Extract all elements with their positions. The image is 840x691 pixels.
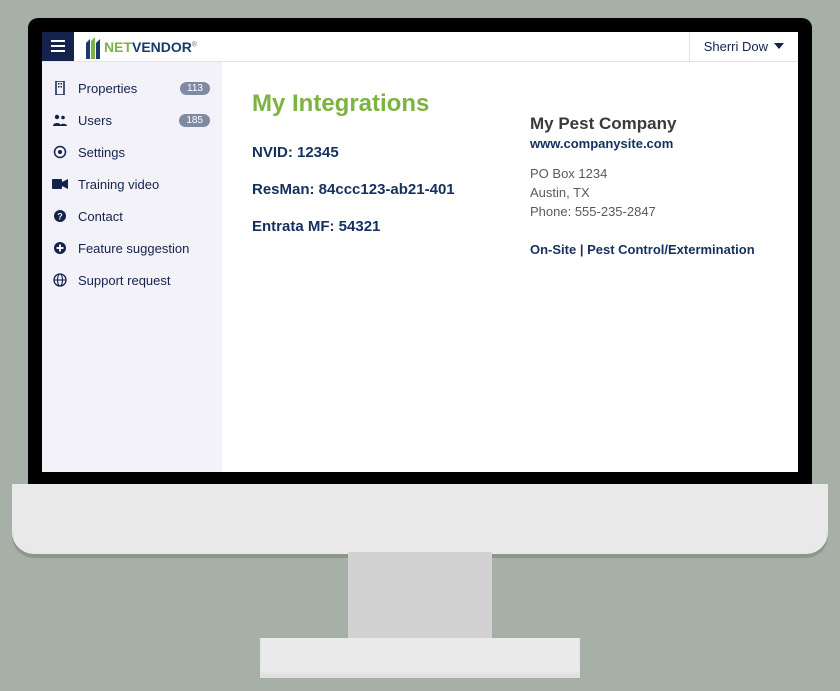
question-icon: ? (52, 208, 68, 224)
integration-entrata: Entrata MF: 54321 (252, 218, 490, 235)
monitor-neck (348, 552, 492, 642)
integration-resman: ResMan: 84ccc123-ab21-401 (252, 181, 490, 198)
monitor-frame: NETVENDOR® Sherri Dow Properties 113 (28, 18, 812, 486)
body-area: Properties 113 Users 185 Settings (42, 62, 798, 472)
sidebar-item-contact[interactable]: ? Contact (42, 200, 222, 232)
sidebar-item-support[interactable]: Support request (42, 264, 222, 296)
users-icon (52, 112, 68, 128)
logo-text: NETVENDOR® (104, 39, 197, 55)
globe-icon (52, 272, 68, 288)
company-address-line1: PO Box 1234 (530, 165, 768, 184)
sidebar-item-label: Support request (78, 273, 210, 288)
plus-circle-icon (52, 240, 68, 256)
integrations-column: My Integrations NVID: 12345 ResMan: 84cc… (252, 90, 490, 255)
sidebar-item-label: Training video (78, 177, 210, 192)
monitor-bezel-bottom (12, 484, 828, 554)
main-content: My Integrations NVID: 12345 ResMan: 84cc… (222, 62, 798, 472)
sidebar-item-properties[interactable]: Properties 113 (42, 72, 222, 104)
user-name: Sherri Dow (704, 39, 768, 54)
company-name: My Pest Company (530, 114, 768, 134)
sidebar-item-feature[interactable]: Feature suggestion (42, 232, 222, 264)
video-icon (52, 176, 68, 192)
hamburger-button[interactable] (42, 32, 74, 61)
gear-icon (52, 144, 68, 160)
sidebar-item-label: Properties (78, 81, 170, 96)
building-icon (52, 80, 68, 96)
integration-nvid: NVID: 12345 (252, 144, 490, 161)
sidebar-item-label: Feature suggestion (78, 241, 210, 256)
hamburger-icon (51, 39, 65, 55)
sidebar: Properties 113 Users 185 Settings (42, 62, 222, 472)
badge-count: 113 (180, 82, 210, 95)
sidebar-item-users[interactable]: Users 185 (42, 104, 222, 136)
logo-mark-icon (84, 37, 100, 57)
company-address-line2: Austin, TX (530, 184, 768, 203)
badge-count: 185 (179, 114, 210, 127)
sidebar-item-training[interactable]: Training video (42, 168, 222, 200)
company-column: My Pest Company www.companysite.com PO B… (530, 90, 768, 257)
sidebar-item-label: Contact (78, 209, 210, 224)
svg-text:?: ? (57, 212, 63, 222)
logo-text-part1: NET (104, 39, 132, 55)
company-category: On-Site | Pest Control/Extermination (530, 242, 768, 257)
company-phone: Phone: 555-235-2847 (530, 203, 768, 222)
sidebar-item-label: Settings (78, 145, 210, 160)
trademark-icon: ® (192, 41, 197, 48)
app-screen: NETVENDOR® Sherri Dow Properties 113 (42, 32, 798, 472)
logo-text-part2: VENDOR (132, 39, 192, 55)
page-title: My Integrations (252, 90, 490, 118)
monitor-base (260, 638, 580, 678)
topbar: NETVENDOR® Sherri Dow (42, 32, 798, 62)
company-address-block: PO Box 1234 Austin, TX Phone: 555-235-28… (530, 165, 768, 222)
company-website[interactable]: www.companysite.com (530, 136, 768, 151)
logo: NETVENDOR® (74, 32, 207, 61)
user-menu[interactable]: Sherri Dow (689, 32, 798, 61)
sidebar-item-settings[interactable]: Settings (42, 136, 222, 168)
chevron-down-icon (774, 41, 784, 52)
sidebar-item-label: Users (78, 113, 169, 128)
